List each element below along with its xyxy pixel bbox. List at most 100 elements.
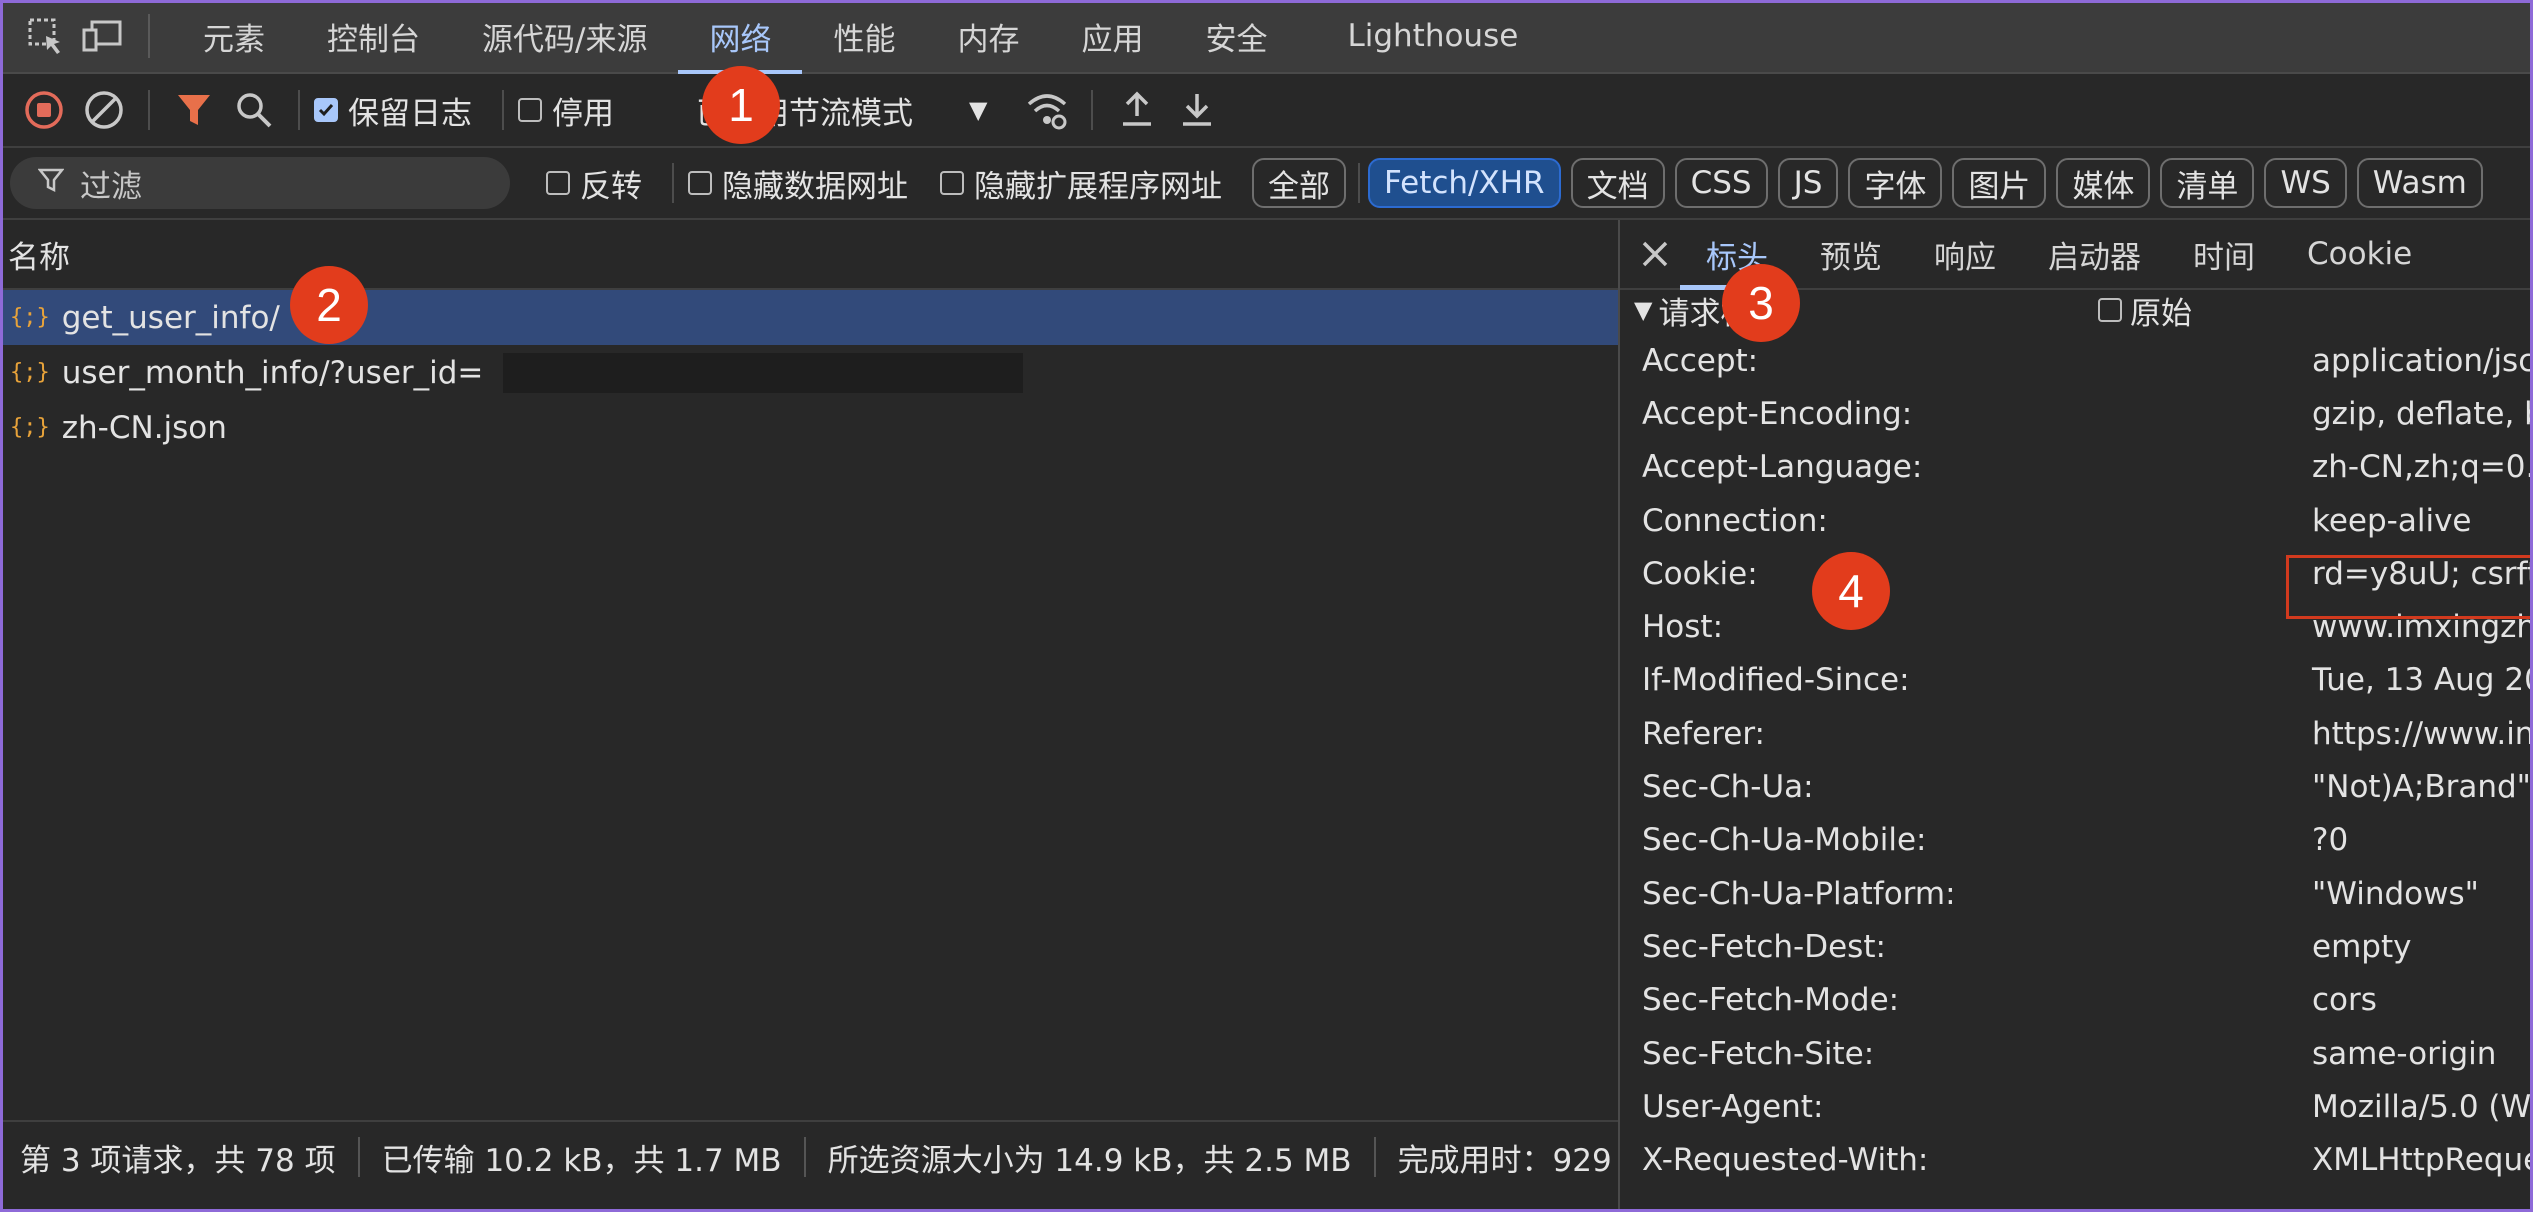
preserve-log-checkbox[interactable]: 保留日志 — [314, 88, 472, 133]
cookie-highlight-box — [2286, 555, 2533, 619]
header-row: Connection: keep-alive — [1620, 494, 2533, 547]
request-list: 名称 {;} get_user_info/ {;} user_month_info/?… — [0, 220, 1618, 1120]
header-value: Tue, 13 Aug 20 — [2312, 662, 2533, 699]
stop-recording-button[interactable] — [14, 80, 74, 140]
filter-bar: 过滤 反转 隐藏数据网址 隐藏扩展程序网址 全部 Fetch/XHR 文档 CSS JS… — [0, 148, 2533, 220]
request-count: 第 3 项请求，共 78 项 — [20, 1142, 336, 1179]
disable-cache-checkbox[interactable]: 停用 — [518, 88, 614, 133]
details-tab[interactable]: 时间 — [2167, 220, 2281, 288]
request-row[interactable]: {;} user_month_info/?user_id= — [0, 345, 1618, 400]
filter-type-chip[interactable]: 图片 — [1952, 158, 2047, 208]
hide-ext-urls-label: 隐藏扩展程序网址 — [974, 168, 1222, 205]
annotation-badge-3: 3 — [1722, 264, 1800, 342]
tab-1[interactable]: 控制台 — [296, 0, 451, 73]
header-name: Referer: — [1642, 715, 1765, 752]
header-row: Accept: application/jsc — [1620, 334, 2533, 387]
filter-type-chip[interactable]: Fetch/XHR — [1368, 158, 1561, 208]
invert-label: 反转 — [580, 168, 642, 205]
inspect-element-icon[interactable] — [18, 8, 74, 64]
status-divider — [803, 1137, 806, 1177]
hide-data-urls-checkbox[interactable]: 隐藏数据网址 — [688, 161, 908, 206]
checkbox-unchecked-icon[interactable] — [940, 171, 964, 195]
filter-type-chip[interactable]: Wasm — [2356, 158, 2483, 208]
checkbox-checked-icon[interactable] — [314, 98, 338, 122]
header-row: Referer: https://www.in — [1620, 707, 2533, 760]
tab-8[interactable]: Lighthouse — [1316, 0, 1549, 73]
toolbar-divider — [298, 90, 300, 130]
header-row: If-Modified-Since: Tue, 13 Aug 20 — [1620, 654, 2533, 707]
details-tab[interactable]: 响应 — [1908, 220, 2022, 288]
request-row[interactable]: {;} zh-CN.json — [0, 400, 1618, 455]
import-har-icon[interactable] — [1107, 80, 1167, 140]
header-name: If-Modified-Since: — [1642, 662, 1910, 699]
network-status-bar: 第 3 项请求，共 78 项 已传输 10.2 kB，共 1.7 MB 所选资源… — [0, 1120, 1618, 1192]
clear-log-button[interactable] — [74, 80, 134, 140]
redacted-region — [503, 352, 1024, 393]
tab-7[interactable]: 安全 — [1174, 0, 1298, 73]
filter-divider — [1358, 163, 1360, 203]
header-value: application/jsc — [2312, 342, 2533, 379]
details-tab[interactable]: 预览 — [1794, 220, 1908, 288]
details-tab[interactable]: Cookie — [2281, 220, 2438, 288]
header-row: X-Requested-With: XMLHttpReque — [1620, 1133, 2533, 1186]
tab-4[interactable]: 性能 — [802, 0, 926, 73]
header-value: zh-CN,zh;q=0.9 — [2312, 449, 2533, 486]
header-value: Mozilla/5.0 (W — [2312, 1088, 2532, 1125]
checkbox-unchecked-icon[interactable] — [518, 98, 542, 122]
request-name: zh-CN.json — [61, 409, 227, 446]
network-conditions-icon[interactable] — [1017, 80, 1077, 140]
raw-label: 原始 — [2130, 295, 2192, 332]
filter-type-chip[interactable]: 媒体 — [2056, 158, 2151, 208]
filter-type-chip[interactable]: CSS — [1674, 158, 1768, 208]
filter-type-chip[interactable]: WS — [2264, 158, 2347, 208]
header-row: Sec-Fetch-Dest: empty — [1620, 920, 2533, 973]
filter-type-chip[interactable]: 全部 — [1252, 158, 1346, 208]
filter-type-chip[interactable]: JS — [1777, 158, 1839, 208]
checkbox-unchecked-icon[interactable] — [2098, 298, 2122, 322]
tab-2[interactable]: 源代码/来源 — [451, 0, 678, 73]
request-row[interactable]: {;} get_user_info/ — [0, 290, 1618, 345]
header-value: keep-alive — [2312, 502, 2472, 539]
checkbox-unchecked-icon[interactable] — [546, 171, 570, 195]
close-icon[interactable] — [1638, 237, 1672, 271]
hide-ext-urls-checkbox[interactable]: 隐藏扩展程序网址 — [940, 161, 1222, 206]
tab-6[interactable]: 应用 — [1050, 0, 1174, 73]
header-name: Sec-Ch-Ua-Mobile: — [1642, 822, 1927, 859]
toolbar-divider — [148, 90, 150, 130]
header-value: gzip, deflate, b — [2312, 395, 2533, 432]
filter-input[interactable]: 过滤 — [10, 157, 510, 209]
header-value: XMLHttpReque — [2312, 1142, 2533, 1179]
checkbox-unchecked-icon[interactable] — [688, 171, 712, 195]
search-icon[interactable] — [224, 80, 284, 140]
invert-checkbox[interactable]: 反转 — [546, 161, 642, 206]
filter-type-chip[interactable]: 文档 — [1570, 158, 1665, 208]
header-row: User-Agent: Mozilla/5.0 (W — [1620, 1080, 2533, 1133]
device-toolbar-icon[interactable] — [74, 8, 130, 64]
filter-toggle-icon[interactable] — [164, 80, 224, 140]
tab-5[interactable]: 内存 — [926, 0, 1050, 73]
tab-3[interactable]: 网络 — [678, 0, 803, 75]
header-row: Accept-Encoding: gzip, deflate, b — [1620, 387, 2533, 440]
tabbar-divider — [148, 14, 150, 58]
name-column-header[interactable]: 名称 — [0, 220, 1618, 290]
details-tab[interactable]: 启动器 — [2022, 220, 2167, 288]
toolbar-divider — [1091, 90, 1094, 130]
header-name: Accept: — [1642, 342, 1759, 379]
filter-type-chip[interactable]: 字体 — [1848, 158, 1943, 208]
header-name: User-Agent: — [1642, 1088, 1824, 1125]
raw-headers-checkbox[interactable]: 原始 — [2098, 288, 2192, 333]
disable-cache-label: 停用 — [552, 95, 614, 132]
annotation-badge-4: 4 — [1812, 552, 1890, 630]
request-name: get_user_info/ — [61, 299, 280, 336]
network-toolbar: 保留日志 停用 已停用节流模式 ▼ — [0, 74, 2533, 148]
json-request-icon: {;} — [10, 305, 50, 330]
devtools-tabbar: 元素 控制台 源代码/来源 网络 性能 内存 应用 安全 Lighthouse — [0, 0, 2533, 75]
tab-0[interactable]: 元素 — [172, 0, 296, 73]
export-har-icon[interactable] — [1167, 80, 1227, 140]
toolbar-divider — [502, 90, 504, 130]
status-divider — [357, 1137, 360, 1177]
funnel-icon — [37, 165, 65, 201]
header-row: Accept-Language: zh-CN,zh;q=0.9 — [1620, 441, 2533, 494]
filter-type-chip[interactable]: 清单 — [2160, 158, 2255, 208]
header-row: Sec-Ch-Ua: "Not)A;Brand", — [1620, 760, 2533, 813]
